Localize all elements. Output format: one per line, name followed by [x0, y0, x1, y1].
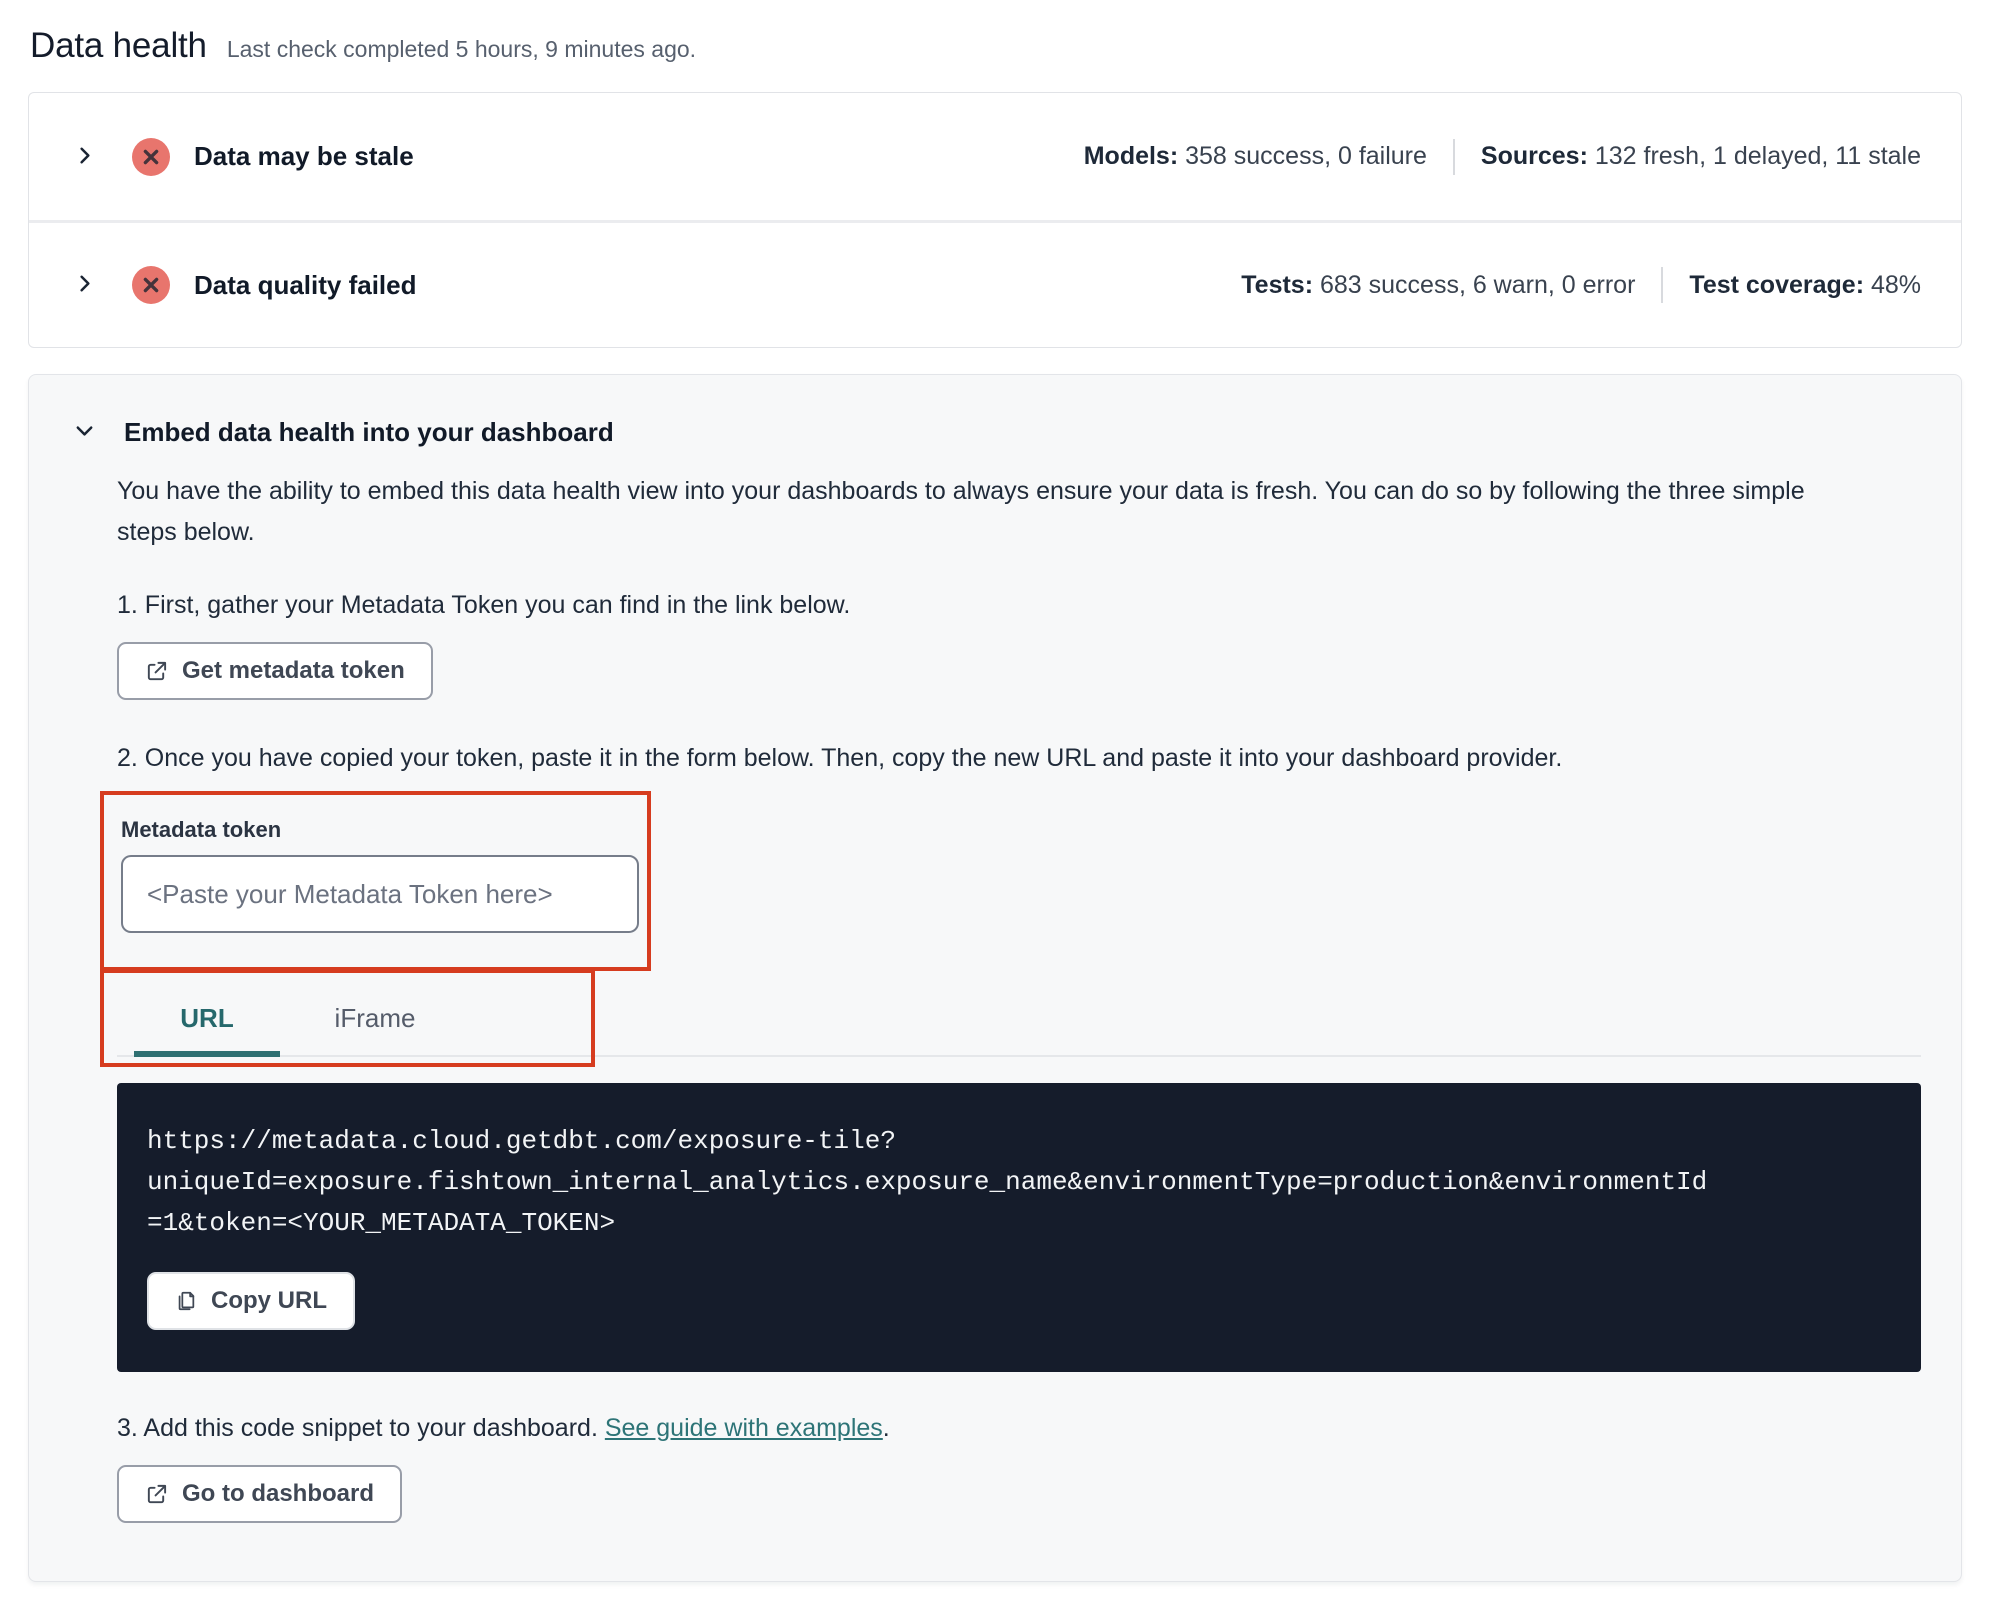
- step-2-text: 2. Once you have copied your token, past…: [117, 744, 1563, 772]
- sources-stat: Sources: 132 fresh, 1 delayed, 11 stale: [1480, 142, 1921, 170]
- last-check-status: Last check completed 5 hours, 9 minutes …: [226, 36, 697, 62]
- error-x-circle-icon: [132, 137, 170, 176]
- embed-url-line: =1&token=<YOUR_METADATA_TOKEN>: [147, 1208, 616, 1238]
- embed-url-text: https://metadata.cloud.getdbt.com/exposu…: [147, 1121, 1881, 1244]
- status-row-stale-label: Data may be stale: [194, 141, 414, 171]
- status-row-stale[interactable]: Data may be stale Models: 358 success, 0…: [29, 93, 1961, 220]
- go-to-dashboard-label: Go to dashboard: [182, 1480, 374, 1507]
- stat-divider: [1661, 267, 1664, 303]
- output-format-tabbar: URL iFrame: [117, 981, 1921, 1057]
- go-to-dashboard-button[interactable]: Go to dashboard: [117, 1465, 402, 1523]
- chevron-down-icon: [73, 419, 96, 445]
- copy-icon: [175, 1290, 197, 1312]
- data-health-status-card: Data may be stale Models: 358 success, 0…: [28, 92, 1962, 348]
- annotation-rect-token-form: Metadata token: [100, 791, 651, 971]
- embed-data-health-card: Embed data health into your dashboard Yo…: [28, 374, 1962, 1582]
- status-row-stale-stats: Models: 358 success, 0 failure Sources: …: [1083, 138, 1921, 175]
- status-row-quality[interactable]: Data quality failed Tests: 683 success, …: [29, 220, 1961, 347]
- status-row-quality-left: Data quality failed: [69, 266, 417, 304]
- embed-card-title: Embed data health into your dashboard: [124, 416, 614, 447]
- get-metadata-token-label: Get metadata token: [182, 657, 405, 684]
- embed-card-header[interactable]: Embed data health into your dashboard: [69, 415, 1921, 449]
- copy-url-button[interactable]: Copy URL: [147, 1272, 355, 1330]
- external-link-icon: [145, 1483, 168, 1506]
- embed-url-line: https://metadata.cloud.getdbt.com/exposu…: [147, 1126, 896, 1156]
- chevron-right-icon: [73, 144, 96, 170]
- copy-url-label: Copy URL: [211, 1287, 327, 1314]
- embed-url-line: uniqueId=exposure.fishtown_internal_anal…: [147, 1167, 1708, 1197]
- get-metadata-token-button[interactable]: Get metadata token: [117, 642, 433, 700]
- collapse-embed-button[interactable]: [69, 415, 100, 449]
- models-stat: Models: 358 success, 0 failure: [1083, 142, 1427, 170]
- page-header: Data health Last check completed 5 hours…: [28, 26, 1962, 66]
- tab-url[interactable]: URL: [134, 981, 280, 1057]
- tests-stat: Tests: 683 success, 6 warn, 0 error: [1241, 270, 1636, 299]
- output-format-tabs-wrap: URL iFrame: [100, 969, 1921, 1067]
- metadata-token-input[interactable]: [121, 855, 639, 933]
- step-3-text: 3. Add this code snippet to your dashboa…: [117, 1414, 890, 1442]
- metadata-token-field-label: Metadata token: [121, 817, 282, 842]
- page-title: Data health: [30, 26, 207, 65]
- error-x-circle-icon: [132, 266, 170, 304]
- step-1-text: 1. First, gather your Metadata Token you…: [117, 591, 851, 619]
- status-row-stale-left: Data may be stale: [69, 137, 414, 176]
- see-guide-link[interactable]: See guide with examples: [605, 1414, 883, 1442]
- chevron-right-icon: [73, 272, 96, 298]
- embed-url-code-block: https://metadata.cloud.getdbt.com/exposu…: [117, 1083, 1921, 1372]
- external-link-icon: [145, 660, 168, 683]
- embed-description: You have the ability to embed this data …: [117, 477, 1805, 546]
- test-coverage-stat: Test coverage: 48%: [1689, 270, 1921, 299]
- expand-stale-button[interactable]: [69, 140, 100, 174]
- embed-card-body: You have the ability to embed this data …: [100, 471, 1921, 1523]
- tab-iframe[interactable]: iFrame: [302, 981, 448, 1055]
- status-row-quality-stats: Tests: 683 success, 6 warn, 0 error Test…: [1241, 267, 1921, 303]
- status-row-quality-label: Data quality failed: [194, 269, 417, 300]
- expand-quality-button[interactable]: [69, 268, 100, 302]
- stat-divider: [1452, 138, 1455, 175]
